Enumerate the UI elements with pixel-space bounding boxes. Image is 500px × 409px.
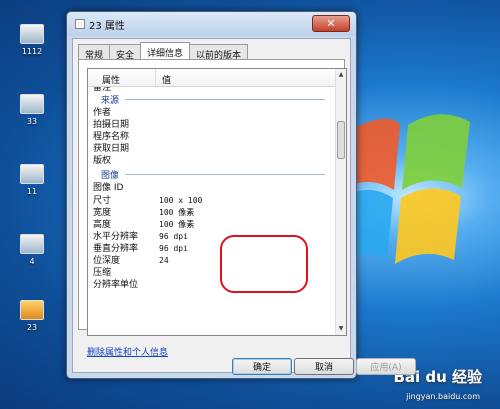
desktop-icon-11[interactable]: 11 — [12, 164, 52, 196]
property-name: 拍摄日期 — [93, 120, 130, 131]
property-value — [156, 155, 159, 167]
list-item[interactable]: 高度 100 像素 — [88, 219, 335, 231]
property-value — [156, 107, 159, 119]
list-item[interactable]: 宽度 100 像素 — [88, 207, 335, 219]
scroll-down-icon[interactable]: ▼ — [336, 323, 346, 335]
file-icon — [75, 19, 85, 29]
image-file-icon — [20, 94, 44, 114]
desktop-icon-4[interactable]: 4 — [12, 234, 52, 266]
list-item[interactable]: 尺寸 100 x 100 — [88, 195, 335, 207]
vertical-scrollbar[interactable]: ▲ ▼ — [335, 69, 346, 335]
property-name: 程序名称 — [93, 132, 130, 143]
dialog-client: 常规 安全 详细信息 以前的版本 属性 值 备注 来源 作者 拍摄日期 程序名称… — [72, 38, 351, 373]
tab-details[interactable]: 详细信息 — [140, 42, 191, 59]
desktop-icon-23[interactable]: 23 — [12, 300, 52, 332]
close-button[interactable]: ✕ — [312, 15, 350, 32]
tab-previous-versions[interactable]: 以前的版本 — [189, 44, 249, 61]
property-value: 100 x 100 — [159, 195, 203, 205]
apply-button[interactable]: 应用(A) — [356, 358, 416, 375]
properties-dialog: 23 属性 ✕ 常规 安全 详细信息 以前的版本 属性 值 备注 来源 作者 拍… — [66, 11, 416, 379]
property-name: 位深度 — [93, 256, 121, 267]
property-value: 96 dpi — [159, 231, 188, 241]
section-header-origin: 来源 — [88, 92, 335, 107]
property-value — [156, 143, 159, 155]
desktop-icon-33[interactable]: 33 — [12, 94, 52, 126]
property-value — [156, 182, 159, 194]
image-file-icon — [20, 24, 44, 44]
red-annotation-circle — [220, 235, 308, 293]
list-item[interactable]: 获取日期 — [88, 143, 335, 155]
list-item[interactable]: 图像 ID — [88, 182, 335, 194]
section-divider — [125, 174, 325, 176]
list-item[interactable]: 程序名称 — [88, 131, 335, 143]
property-rows: 备注 来源 作者拍摄日期 程序名称 获取日期 版权 图像 图像 ID 尺寸 100 x 1… — [88, 87, 335, 335]
details-panel: 属性 值 备注 来源 作者 拍摄日期 程序名称 获取日期 版权 图像 图像 ID… — [78, 59, 347, 358]
image-file-icon — [20, 234, 44, 254]
property-value: 100 像素 — [159, 219, 195, 229]
property-value: 24 — [159, 256, 169, 266]
column-header-property[interactable]: 属性 — [88, 69, 156, 86]
list-header: 属性 值 — [88, 69, 335, 87]
section-header-image: 图像 — [88, 167, 335, 182]
property-value: 96 dpi — [159, 243, 188, 253]
scroll-up-icon[interactable]: ▲ — [336, 69, 346, 81]
property-value — [156, 267, 159, 279]
list-item[interactable]: 拍摄日期 — [88, 119, 335, 131]
property-name: 分辨率单位 — [93, 280, 139, 291]
tab-security[interactable]: 安全 — [109, 44, 142, 61]
property-name: 高度 — [93, 219, 112, 230]
column-header-value[interactable]: 值 — [156, 69, 171, 86]
remove-properties-link[interactable]: 删除属性和个人信息 — [87, 345, 168, 358]
property-value — [156, 131, 159, 143]
property-name: 版权 — [93, 156, 112, 167]
cancel-button[interactable]: 取消 — [294, 358, 354, 375]
property-list[interactable]: 属性 值 备注 来源 作者 拍摄日期 程序名称 获取日期 版权 图像 图像 ID… — [87, 68, 347, 336]
property-name: 宽度 — [93, 207, 112, 218]
property-value — [156, 119, 159, 131]
property-value: 100 像素 — [159, 207, 195, 217]
property-name: 图像 ID — [93, 183, 124, 194]
property-name: 压缩 — [93, 268, 112, 279]
scrollbar-thumb[interactable] — [337, 121, 345, 159]
property-name: 获取日期 — [93, 144, 130, 155]
property-name: 作者 — [93, 108, 112, 118]
property-name: 尺寸 — [93, 195, 112, 206]
title-bar[interactable]: 23 属性 ✕ — [67, 12, 356, 36]
watermark-url: jingyan.baidu.com — [406, 392, 480, 401]
section-divider — [125, 99, 325, 100]
list-item[interactable]: 版权 — [88, 155, 335, 167]
property-name: 垂直分辨率 — [93, 243, 139, 254]
property-name: 水平分辨率 — [93, 231, 139, 242]
ok-button[interactable]: 确定 — [232, 358, 292, 375]
dialog-title: 23 属性 — [89, 20, 125, 32]
desktop-icon-1112[interactable]: 1112 — [12, 24, 52, 56]
image-file-icon — [20, 164, 44, 184]
tab-bar: 常规 安全 详细信息 以前的版本 — [78, 42, 249, 61]
property-value — [156, 279, 159, 291]
close-icon: ✕ — [326, 17, 336, 30]
image-file-icon — [20, 300, 44, 320]
property-name: 备注 — [93, 87, 112, 92]
list-item[interactable]: 作者 — [88, 107, 335, 119]
tab-general[interactable]: 常规 — [78, 44, 111, 61]
